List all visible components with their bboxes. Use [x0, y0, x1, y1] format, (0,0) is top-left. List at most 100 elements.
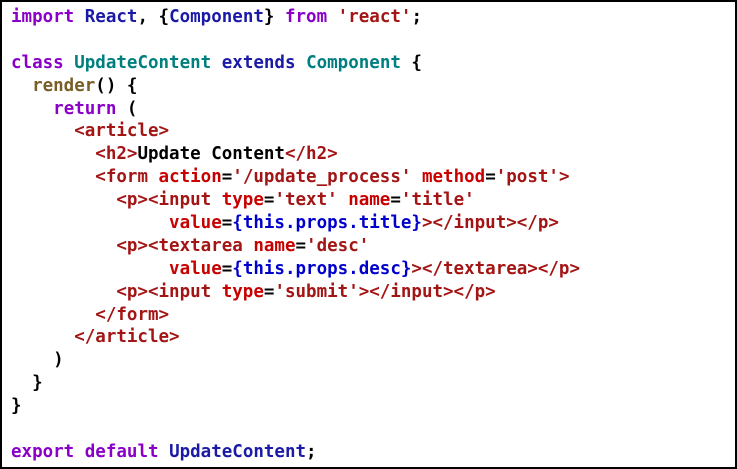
code-viewer: import React, {Component} from 'react'; … — [0, 0, 737, 469]
code-token-attr: value — [169, 213, 222, 234]
code-token-tag: <article> — [74, 121, 170, 142]
code-token-tag: ></input></p> — [421, 213, 559, 234]
code-block: import React, {Component} from 'react'; … — [11, 6, 580, 464]
code-token-tag: <form — [95, 167, 148, 188]
code-token-str: 'title' — [400, 190, 475, 211]
code-token-plain: = — [221, 213, 233, 234]
code-line: <h2>Update Content</h2> — [11, 143, 580, 166]
code-token-plain: = — [221, 167, 233, 188]
code-token-tag: ></textarea></p> — [411, 258, 580, 279]
code-token-tag: </form> — [95, 304, 170, 325]
code-token-str: 'desc' — [306, 235, 370, 256]
code-token-plain: = — [263, 190, 275, 211]
code-token-attr: value — [169, 258, 222, 279]
code-token-kw: from — [284, 7, 328, 27]
code-line: <p><input type='submit'></input></p> — [11, 281, 580, 304]
code-token-kw: return — [53, 98, 117, 119]
code-token-jsx: {this.props.desc} — [232, 258, 412, 279]
code-token-str: 'submit' — [274, 281, 359, 302]
code-token-str: 'react' — [337, 7, 412, 27]
code-line: <p><textarea name='desc' — [11, 235, 580, 258]
code-token-plain: = — [295, 235, 307, 256]
code-line: } — [11, 395, 580, 418]
code-token-tag: <p><textarea — [116, 235, 243, 256]
code-token-attr: action — [158, 167, 222, 188]
code-token-plain: } — [11, 373, 43, 394]
code-line: <p><input type='text' name='title' — [11, 189, 580, 212]
code-token-plain: Update Content — [137, 144, 285, 165]
code-token-plain: } — [263, 7, 285, 27]
code-token-tag: <p><input — [116, 190, 212, 211]
code-token-kw: import — [11, 7, 75, 27]
code-token-jsx: {this.props.title} — [232, 213, 422, 234]
code-token-cls: UpdateContent — [74, 52, 212, 73]
code-token-attr: type — [221, 190, 264, 211]
code-line: import React, {Component} from 'react'; — [11, 6, 580, 29]
code-line: <form action='/update_process' method='p… — [11, 166, 580, 189]
code-token-tag: </h2> — [284, 144, 338, 165]
code-line: export default UpdateContent; — [11, 441, 580, 464]
code-token-plain: ; — [411, 7, 422, 27]
code-line: ) — [11, 349, 580, 372]
code-token-plain: = — [263, 281, 275, 302]
code-token-tag: <p><input — [116, 281, 212, 302]
code-token-tag: </article> — [74, 327, 180, 348]
code-line: </article> — [11, 326, 580, 349]
code-token-str: '/update_process' — [232, 167, 412, 188]
code-token-tag: > — [558, 167, 570, 188]
code-line: } — [11, 372, 580, 395]
code-token-kw: export — [11, 441, 75, 462]
code-token-plain: { — [400, 52, 422, 73]
code-token-tag: <h2> — [95, 144, 138, 165]
code-token-plain: = — [390, 190, 401, 211]
code-token-attr: type — [221, 281, 264, 302]
code-token-attr: name — [348, 190, 391, 211]
code-token-ident: extends — [221, 52, 296, 73]
code-token-ident: UpdateContent — [169, 441, 307, 462]
code-token-plain: () { — [95, 75, 138, 96]
code-token-attr: name — [253, 235, 296, 256]
code-token-cls: Component — [306, 52, 401, 73]
code-token-kw: default — [84, 441, 159, 462]
code-token-str: 'text' — [274, 190, 338, 211]
code-token-plain: } — [11, 396, 22, 417]
code-line: <article> — [11, 120, 580, 143]
code-token-ident: Component — [169, 7, 264, 27]
code-line: value={this.props.desc}></textarea></p> — [11, 258, 580, 281]
code-token-attr: method — [421, 167, 486, 188]
code-line: value={this.props.title}></input></p> — [11, 212, 580, 235]
code-token-ident: React — [84, 7, 138, 27]
code-token-plain: = — [221, 258, 233, 279]
code-token-plain: ; — [306, 441, 317, 462]
code-line: class UpdateContent extends Component { — [11, 52, 580, 75]
code-token-plain: = — [485, 167, 496, 188]
code-line: render() { — [11, 75, 580, 98]
code-token-str: 'post' — [495, 167, 559, 188]
code-line: </form> — [11, 304, 580, 327]
code-token-plain: ( — [116, 98, 138, 119]
code-token-tag: ></input></p> — [358, 281, 496, 302]
